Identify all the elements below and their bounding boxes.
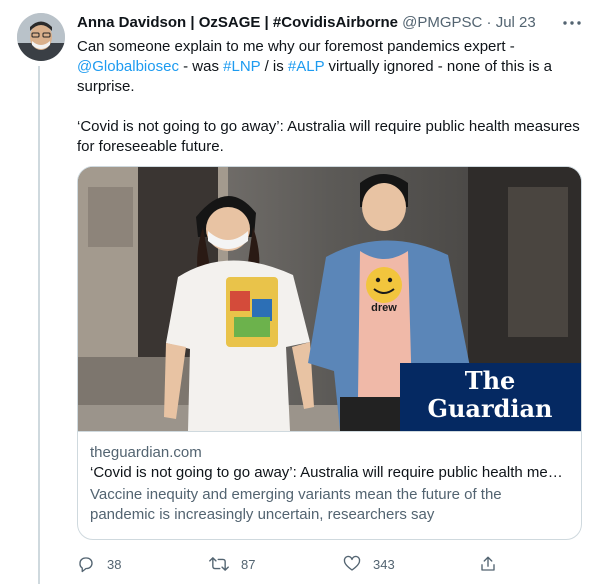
tweet-text-segment: Can someone explain to me why our foremo… [77, 38, 515, 55]
link-card[interactable]: drew The Guardian theguardian.com ‘Covid… [77, 166, 582, 540]
guardian-logo-line2: Guardian [427, 394, 552, 423]
share-icon [479, 555, 497, 573]
share-button[interactable] [479, 552, 497, 576]
separator-dot: · [486, 14, 492, 31]
avatar-photo [17, 13, 65, 61]
link-card-title: ‘Covid is not going to go away’: Austral… [90, 464, 569, 481]
thread-line [38, 66, 40, 584]
tweet-text: Can someone explain to me why our foremo… [77, 37, 582, 157]
like-button[interactable]: 343 [343, 552, 395, 576]
retweet-button[interactable]: 87 [209, 552, 255, 576]
more-icon[interactable] [561, 13, 583, 33]
link-card-domain: theguardian.com [90, 444, 202, 461]
avatar[interactable] [17, 13, 65, 61]
link-card-info: theguardian.com ‘Covid is not going to g… [78, 431, 581, 539]
tweet-text-segment: - was [178, 58, 224, 75]
shirt-badge-text: drew [371, 302, 397, 314]
reply-icon [77, 555, 95, 573]
mention-link[interactable]: @Globalbiosec [77, 58, 179, 75]
author-handle[interactable]: @PMGPSC [402, 14, 482, 31]
tweet-date[interactable]: Jul 23 [496, 14, 536, 31]
hashtag-link[interactable]: #ALP [288, 58, 324, 75]
guardian-logo-line1: The [465, 366, 516, 395]
retweet-icon [209, 555, 229, 573]
tweet-header: Anna Davidson | OzSAGE | #CovidisAirborn… [77, 13, 547, 33]
tweet-text-paragraph: Can someone explain to me why our foremo… [77, 37, 582, 97]
like-icon [343, 555, 361, 573]
reply-count: 38 [107, 556, 122, 572]
link-card-description: Vaccine inequity and emerging variants m… [90, 486, 502, 523]
tweet-quote-text: ‘Covid is not going to go away’: Austral… [77, 118, 580, 155]
like-count: 343 [373, 556, 395, 572]
author-display-name[interactable]: Anna Davidson | OzSAGE | #CovidisAirborn… [77, 14, 398, 31]
tweet-text-segment: / is [260, 58, 288, 75]
retweet-count: 87 [241, 556, 256, 572]
hashtag-link[interactable]: #LNP [223, 58, 260, 75]
link-card-image: drew The Guardian [78, 167, 581, 431]
tweet-actions: 38 87 343 [77, 552, 582, 576]
reply-button[interactable]: 38 [77, 552, 121, 576]
